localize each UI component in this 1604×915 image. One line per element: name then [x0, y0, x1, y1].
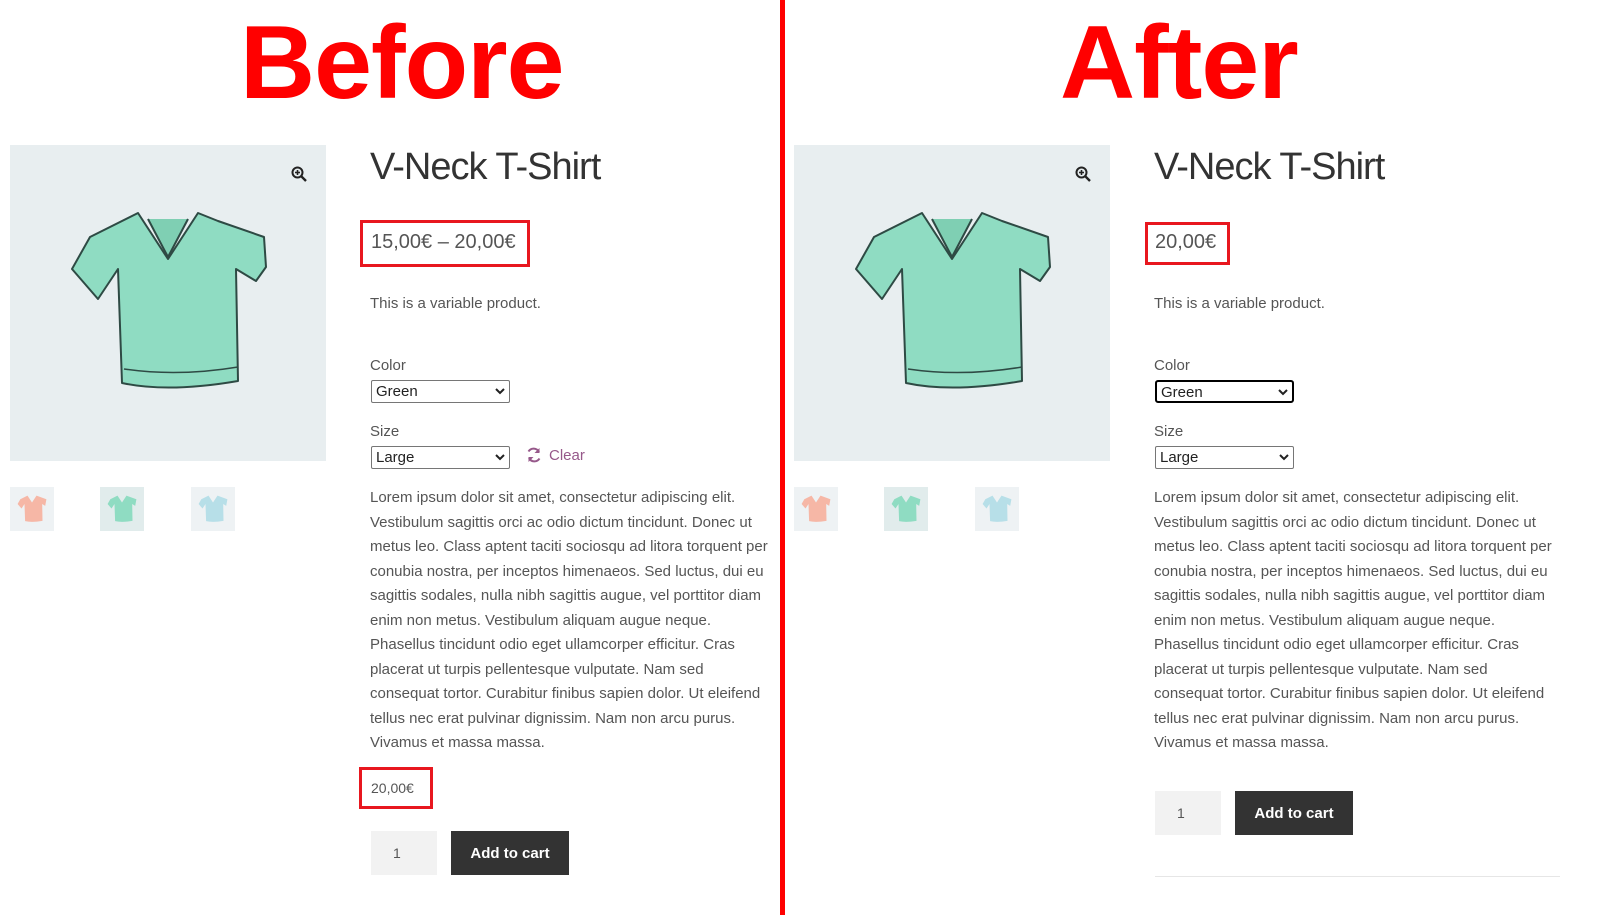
add-to-cart-button[interactable]: Add to cart	[451, 831, 569, 875]
short-description: This is a variable product.	[1154, 295, 1325, 312]
chevron-down-icon	[1279, 454, 1289, 461]
color-select-value: Green	[376, 383, 418, 400]
thumbnail-blue[interactable]	[191, 487, 235, 531]
thumbnail-pink[interactable]	[10, 487, 54, 531]
price: 20,00€	[1155, 231, 1217, 253]
product-description: Lorem ipsum dolor sit amet, consectetur …	[370, 489, 768, 751]
color-select-value: Green	[1161, 384, 1203, 401]
color-label: Color	[1154, 357, 1190, 374]
clear-link-label: Clear	[549, 446, 585, 464]
quantity-input[interactable]: 1	[1155, 791, 1221, 835]
product-description: Lorem ipsum dolor sit amet, consectetur …	[1154, 489, 1552, 751]
size-select-value: Large	[376, 449, 415, 466]
short-description: This is a variable product.	[370, 295, 541, 312]
product-title: V-Neck T-Shirt	[370, 146, 601, 188]
size-label: Size	[370, 423, 400, 440]
thumbnail-green[interactable]	[884, 487, 928, 531]
add-to-cart-button[interactable]: Add to cart	[1235, 791, 1353, 835]
refresh-icon	[527, 447, 541, 463]
size-label: Size	[1154, 423, 1184, 440]
section-divider-line	[1155, 876, 1560, 877]
product-main-image[interactable]	[10, 145, 326, 461]
color-select[interactable]: Green	[371, 380, 510, 403]
tshirt-image	[71, 212, 267, 389]
thumbnail-green[interactable]	[100, 487, 144, 531]
color-label: Color	[370, 357, 406, 374]
variation-price: 20,00€	[371, 780, 414, 796]
before-panel: V-Neck T-Shirt 15,00€ – 20,00€ This is a…	[0, 0, 780, 915]
zoom-in-icon	[1075, 166, 1091, 182]
price-range: 15,00€ – 20,00€	[371, 231, 516, 253]
chevron-down-icon	[495, 388, 505, 395]
after-panel: V-Neck T-Shirt 20,00€ This is a variable…	[784, 0, 1564, 915]
zoom-button[interactable]	[1068, 159, 1098, 189]
thumbnail-pink[interactable]	[794, 487, 838, 531]
clear-selection-link[interactable]: Clear	[525, 446, 585, 464]
thumbnail-blue[interactable]	[975, 487, 1019, 531]
chevron-down-icon	[1278, 389, 1288, 396]
chevron-down-icon	[495, 454, 505, 461]
color-select[interactable]: Green	[1155, 380, 1294, 403]
quantity-input[interactable]: 1	[371, 831, 437, 875]
product-main-image[interactable]	[794, 145, 1110, 461]
size-select[interactable]: Large	[371, 446, 510, 469]
product-title: V-Neck T-Shirt	[1154, 146, 1385, 188]
tshirt-image	[855, 212, 1051, 389]
size-select-value: Large	[1160, 449, 1199, 466]
size-select[interactable]: Large	[1155, 446, 1294, 469]
zoom-in-icon	[291, 166, 307, 182]
zoom-button[interactable]	[284, 159, 314, 189]
